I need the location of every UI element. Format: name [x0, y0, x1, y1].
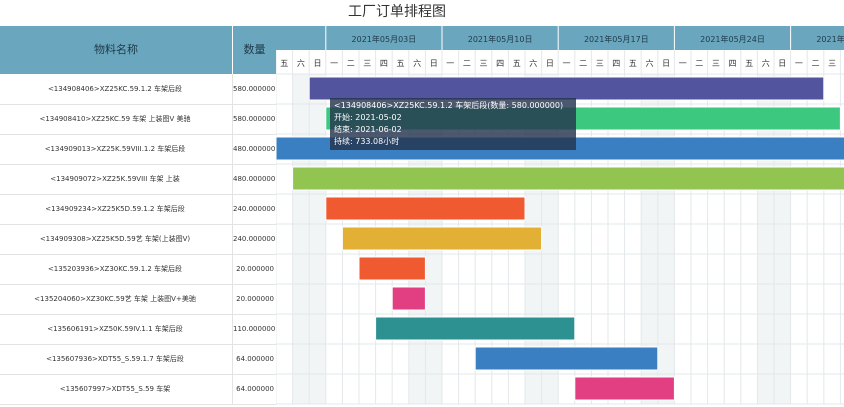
task-name: <135607997>XDT55_S.59 车架 — [59, 385, 171, 393]
weekday-label: 五 — [629, 59, 637, 68]
column-header-name: 物料名称 — [0, 26, 233, 74]
task-row[interactable]: <135204060>XZ30KC.59艺 车架 上装图V+美驰 20.00000… — [0, 284, 276, 315]
weekend-column — [292, 74, 310, 404]
weekday-label: 三 — [480, 59, 488, 68]
task-name: <134909308>XZ25K5D.59艺 车架(上装图V) — [39, 235, 191, 243]
weekday-label: 二 — [347, 59, 355, 68]
weekday-label: 一 — [563, 59, 571, 68]
tooltip-title: <134908406>XZ25KC.59.1.2 车架后段(数量: 580.00… — [334, 101, 564, 110]
tooltip-end: 结束: 2021-06-02 — [334, 125, 402, 134]
task-quantity: 580.000000 — [232, 104, 276, 134]
weekday-label: 四 — [612, 59, 620, 68]
weekday-label: 六 — [646, 58, 654, 68]
task-row[interactable]: <135203936>XZ30KC.59.1.2 车架后段 20.000000 — [0, 254, 276, 285]
weekday-label: 二 — [812, 59, 820, 68]
weekday-label: 五 — [513, 59, 521, 68]
task-bar — [325, 196, 526, 221]
weekday-label: 三 — [363, 59, 371, 68]
weekday-label: 五 — [397, 59, 405, 68]
weekday-label: 二 — [695, 59, 703, 68]
task-quantity: 240.000000 — [232, 224, 276, 254]
weekday-label: 六 — [297, 58, 305, 68]
week-label: 2021年05月17日 — [584, 34, 649, 44]
task-row[interactable]: <135607936>XDT55_S.59.1.7 车架后段 64.000000 — [0, 344, 276, 375]
task-row[interactable]: <134909013>XZ25K.59VIII.1.2 车架后段 480.0000… — [0, 134, 276, 165]
week-label: 2021年05月31日 — [816, 34, 844, 44]
task-name: <134908410>XZ25KC.59 车架 上装图V 美驰 — [39, 115, 191, 123]
weekday-label: 六 — [762, 58, 770, 68]
weekday-label: 日 — [430, 59, 438, 68]
task-row[interactable]: <134908406>XZ25KC.59.1.2 车架后段 580.000000 — [0, 74, 276, 105]
task-bar — [375, 316, 576, 341]
weekday-label: 一 — [330, 59, 338, 68]
gantt-chart: 物料名称 数量 <134908406>XZ25KC.59.1.2 车架后段 580… — [0, 26, 844, 407]
tooltip-duration: 持续: 733.08小时 — [334, 137, 400, 146]
weekday-label: 三 — [712, 59, 720, 68]
task-row[interactable]: <134909308>XZ25K5D.59艺 车架(上装图V) 240.00000… — [0, 224, 276, 255]
task-quantity: 64.000000 — [232, 374, 276, 404]
task-row[interactable]: <134909234>XZ25K5D.59.1.2 车架后段 240.000000 — [0, 194, 276, 225]
weekday-label: 一 — [679, 59, 687, 68]
weekday-label: 日 — [546, 59, 554, 68]
task-quantity: 20.000000 — [232, 254, 276, 284]
task-bar — [358, 256, 426, 281]
task-quantity: 240.000000 — [232, 194, 276, 224]
task-quantity: 20.000000 — [232, 284, 276, 314]
left-header: 物料名称 数量 — [0, 26, 276, 74]
weekend-column — [309, 74, 326, 404]
task-bar — [574, 376, 675, 401]
task-name: <135606191>XZ50K.59IV.1.1 车架后段 — [47, 325, 183, 333]
task-bar — [391, 286, 426, 311]
task-name: <135204060>XZ30KC.59艺 车架 上装图V+美驰 — [34, 295, 196, 303]
task-name: <134909234>XZ25K5D.59.1.2 车架后段 — [45, 205, 185, 213]
weekday-label: 五 — [745, 59, 753, 68]
chart-title: 工厂订单排程图 — [348, 4, 446, 20]
task-name: <135203936>XZ30KC.59.1.2 车架后段 — [47, 265, 183, 273]
weekday-label: 四 — [380, 59, 388, 68]
weekday-label: 日 — [778, 59, 786, 68]
weekday-label: 六 — [529, 58, 537, 68]
task-row[interactable]: <135606191>XZ50K.59IV.1.1 车架后段 110.000000 — [0, 314, 276, 345]
task-name: <135607936>XDT55_S.59.1.7 车架后段 — [46, 355, 184, 363]
weekday-label: 三 — [828, 59, 836, 68]
task-quantity: 64.000000 — [232, 344, 276, 374]
task-name: <134909013>XZ25K.59VIII.1.2 车架后段 — [44, 145, 186, 153]
column-header-quantity: 数量 — [243, 43, 266, 56]
task-name: <134909072>XZ25K.59VIII 车架 上装 — [50, 175, 180, 183]
task-name: <134908406>XZ25KC.59.1.2 车架后段 — [47, 85, 183, 93]
weekday-label: 一 — [446, 59, 454, 68]
task-row[interactable]: <134909072>XZ25K.59VIII 车架 上装 480.000000 — [0, 164, 276, 195]
task-row[interactable]: <135607997>XDT55_S.59 车架 64.000000 — [0, 374, 276, 405]
weekday-label: 四 — [496, 59, 504, 68]
task-quantity: 480.000000 — [232, 134, 276, 164]
weekday-label: 日 — [314, 59, 322, 68]
task-row[interactable]: <134908410>XZ25KC.59 车架 上装图V 美驰 580.00000… — [0, 104, 276, 135]
week-label: 2021年05月10日 — [468, 34, 533, 44]
week-label: 2021年05月24日 — [700, 34, 765, 44]
task-bar — [474, 346, 659, 371]
task-quantity: 480.000000 — [232, 164, 276, 194]
weekday-label: 六 — [413, 58, 421, 68]
tooltip-start: 开始: 2021-05-02 — [334, 113, 402, 122]
task-tooltip: <134908406>XZ25KC.59.1.2 车架后段(数量: 580.00… — [330, 98, 576, 150]
task-quantity: 110.000000 — [232, 314, 276, 344]
weekday-label: 二 — [579, 59, 587, 68]
weekday-label: 二 — [463, 59, 471, 68]
weekday-label: 一 — [795, 59, 803, 68]
task-bar — [292, 166, 844, 191]
task-bar — [308, 76, 825, 101]
task-quantity: 580.000000 — [232, 74, 276, 104]
weekday-label: 五 — [280, 59, 288, 68]
week-label: 2021年05月03日 — [352, 34, 417, 44]
weekday-label: 四 — [729, 59, 737, 68]
gantt-timeline: 五六日一二三四五六日一二三四五六日一二三四五六日一二三四五六日一二三四五六日20… — [276, 26, 844, 405]
task-bar — [341, 226, 543, 251]
weekday-label: 日 — [662, 59, 670, 68]
weekday-label: 三 — [596, 59, 604, 68]
day-header-background — [276, 50, 844, 74]
